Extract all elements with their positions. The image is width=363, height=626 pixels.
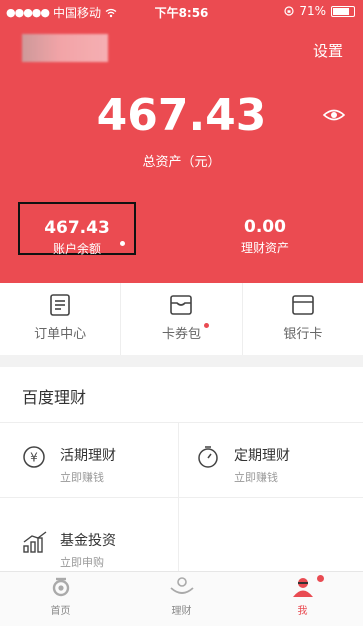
balance-indicator-dot	[120, 241, 125, 246]
eye-icon[interactable]	[323, 108, 345, 122]
section-divider	[0, 422, 363, 423]
coupon-wallet-icon	[170, 295, 193, 315]
rotation-lock-icon	[284, 6, 294, 16]
section-title: 百度理财	[22, 388, 87, 407]
timer-icon	[198, 446, 218, 468]
product-fund-investment[interactable]: 基金投资 立即申购	[22, 530, 162, 570]
order-center-button[interactable]: 订单中心	[0, 283, 122, 355]
tab-me-label: 我	[297, 606, 308, 617]
yen-circle-icon: ¥	[23, 446, 45, 468]
product-name: 活期理财	[60, 448, 116, 464]
tab-me[interactable]: 我	[242, 572, 363, 626]
profile-icon	[292, 578, 313, 597]
order-center-label: 订单中心	[34, 327, 87, 342]
svg-text:¥: ¥	[30, 451, 38, 465]
bank-card-button[interactable]: 银行卡	[243, 283, 363, 355]
product-action: 立即赚钱	[234, 471, 278, 484]
tab-home[interactable]: 首页	[0, 572, 121, 626]
product-action: 立即申购	[60, 556, 104, 569]
user-name-blurred[interactable]	[22, 34, 108, 62]
bank-card-icon	[292, 295, 314, 315]
bank-card-label: 银行卡	[283, 327, 323, 342]
account-header: ●●●●● 中国移动 下午8:56 71% 设置 467.43 总资产（元） 4…	[0, 0, 363, 283]
product-name: 基金投资	[60, 533, 116, 549]
finance-assets-value: 0.00	[244, 217, 286, 237]
total-assets-value: 467.43	[96, 90, 267, 141]
coupon-wallet-button[interactable]: 卡券包	[121, 283, 243, 355]
tab-finance[interactable]: 理财	[121, 572, 242, 626]
product-action: 立即赚钱	[60, 471, 104, 484]
product-fixed-finance[interactable]: 定期理财 立即赚钱	[196, 445, 336, 485]
tab-finance-label: 理财	[171, 606, 192, 617]
account-balance-value: 467.43	[44, 218, 110, 238]
product-name: 定期理财	[234, 448, 290, 464]
tab-home-label: 首页	[50, 606, 71, 617]
total-assets-label: 总资产（元）	[142, 155, 221, 170]
order-list-icon	[50, 294, 70, 316]
status-bar: ●●●●● 中国移动 下午8:56 71%	[0, 0, 363, 22]
bottom-tab-bar: 首页 理财 我	[0, 571, 363, 626]
finance-hand-icon	[169, 577, 194, 594]
account-balance[interactable]: 467.43 账户余额	[18, 202, 136, 256]
growth-chart-icon	[23, 531, 47, 553]
coupon-wallet-label: 卡券包	[161, 327, 201, 342]
battery-icon	[331, 5, 355, 17]
quick-actions: 订单中心 卡券包 银行卡	[0, 283, 363, 356]
section-gap	[0, 355, 363, 367]
settings-button[interactable]: 设置	[313, 40, 343, 61]
product-current-finance[interactable]: ¥ 活期理财 立即赚钱	[22, 445, 162, 485]
battery-percent: 71%	[299, 4, 326, 18]
account-balance-label: 账户余额	[52, 242, 101, 256]
product-row-divider	[0, 497, 363, 498]
finance-assets[interactable]: 0.00 理财资产	[205, 217, 325, 256]
profile-badge	[317, 575, 324, 582]
home-logo-icon	[52, 577, 69, 597]
finance-assets-label: 理财资产	[240, 241, 289, 255]
